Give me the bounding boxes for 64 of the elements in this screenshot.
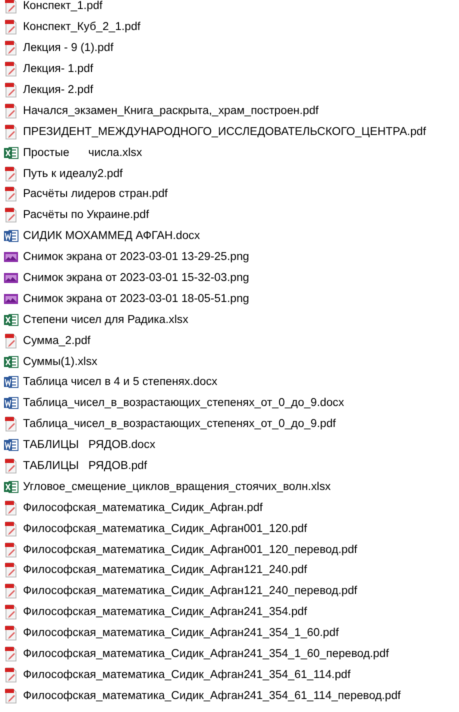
file-name[interactable]: Философская_математика_Сидик_Афган001_120.pdf [23,522,308,535]
spreadsheet-file-icon [3,312,19,328]
document-file-icon [3,437,19,454]
document-file-icon [3,395,19,412]
pdf-file-icon [3,625,19,642]
pdf-file-icon [3,19,19,36]
pdf-file-icon [3,102,19,119]
file-name[interactable]: Философская_математика_Сидик_Афган241_354_61_114_перевод.pdf [23,690,401,702]
file-name[interactable]: Конспект_1.pdf [23,0,102,12]
file-name[interactable]: Снимок экрана от 2023-03-01 15-32-03.png [23,272,250,284]
file-name[interactable]: Снимок экрана от 2023-03-01 13-29-25.png [23,251,250,264]
pdf-file-icon [3,332,19,349]
pdf-file-icon [3,61,19,78]
file-name[interactable]: ТАБЛИЦЫ РЯДОВ.docx [23,439,156,452]
file-name[interactable]: Конспект_Куб_2_1.pdf [23,21,140,34]
file-name[interactable]: Философская_математика_Сидик_Афган241_354_61_114.pdf [23,668,351,681]
pdf-file-icon [3,186,19,202]
pdf-file-icon [3,666,19,683]
pdf-file-icon [3,562,19,578]
file-name[interactable]: Философская_математика_Сидик_Афган121_240.pdf [23,564,308,576]
file-name[interactable]: Снимок экрана от 2023-03-01 18-05-51.png [23,292,250,305]
file-name[interactable]: Лекция- 1.pdf [23,63,94,76]
file-name[interactable]: Угловое_смещение_циклов_вращения_стоячих_волн.xlsx [23,480,331,493]
file-name[interactable]: Путь к идеалу2.pdf [23,168,123,180]
document-file-icon [3,374,19,390]
file-name[interactable]: Философская_математика_Сидик_Афган241_354_1_60_перевод.pdf [23,648,389,660]
file-name[interactable]: Таблица_чисел_в_возрастающих_степенях_от_0_до_9.docx [23,397,344,410]
pdf-file-icon [3,124,19,140]
pdf-file-icon [3,40,19,56]
file-name[interactable]: Таблица_чисел_в_возрастающих_степенях_от_0_до_9.pdf [23,418,336,430]
pdf-file-icon [3,688,19,704]
spreadsheet-file-icon [3,478,19,495]
pdf-file-icon [3,458,19,474]
pdf-file-icon [3,500,19,516]
file-name[interactable]: Философская_математика_Сидик_Афган001_120_перевод.pdf [23,544,358,556]
pdf-file-icon [3,166,19,182]
document-file-icon [3,228,19,244]
file-name[interactable]: Таблица чисел в 4 и 5 степенях.docx [23,376,218,388]
pdf-file-icon [3,520,19,537]
file-name[interactable]: Расчёты лидеров стран.pdf [23,188,168,200]
file-name[interactable]: Расчёты по Украине.pdf [23,209,149,222]
file-name[interactable]: СИДИК МОХАММЕД АФГАН.docx [23,230,200,242]
file-name[interactable]: Философская_математика_Сидик_Афган241_354_1_60.pdf [23,627,339,640]
file-name[interactable]: Философская_математика_Сидик_Афган241_354.pdf [23,606,308,618]
spreadsheet-file-icon [3,354,19,370]
file-name[interactable]: Начался_экзамен_Книга_раскрыта,_храм_построен.pdf [23,104,319,117]
pdf-file-icon [3,583,19,600]
file-name[interactable]: Простые числа.xlsx [23,146,142,159]
file-name[interactable]: Лекция - 9 (1).pdf [23,42,114,54]
pdf-file-icon [3,542,19,558]
spreadsheet-file-icon [3,144,19,161]
file-name[interactable]: Философская_математика_Сидик_Афган121_240_перевод.pdf [23,585,358,598]
file-name[interactable]: Степени чисел для Радика.xlsx [23,314,188,326]
pdf-file-icon [3,646,19,662]
pdf-file-icon [3,416,19,432]
file-name[interactable]: Сумма_2.pdf [23,334,90,347]
file-name[interactable]: Лекция- 2.pdf [23,84,94,96]
file-name[interactable]: Суммы(1).xlsx [23,356,98,368]
pdf-file-icon [3,82,19,98]
file-name[interactable]: ТАБЛИЦЫ РЯДОВ.pdf [23,460,148,472]
pdf-file-icon [3,604,19,620]
file-name[interactable]: Философская_математика_Сидик_Афган.pdf [23,502,263,514]
pdf-file-icon [3,207,19,224]
file-name[interactable]: ПРЕЗИДЕНТ_МЕЖДУНАРОДНОГО_ИССЛЕДОВАТЕЛЬСКОГО_ЦЕНТРА.pdf [23,126,426,138]
